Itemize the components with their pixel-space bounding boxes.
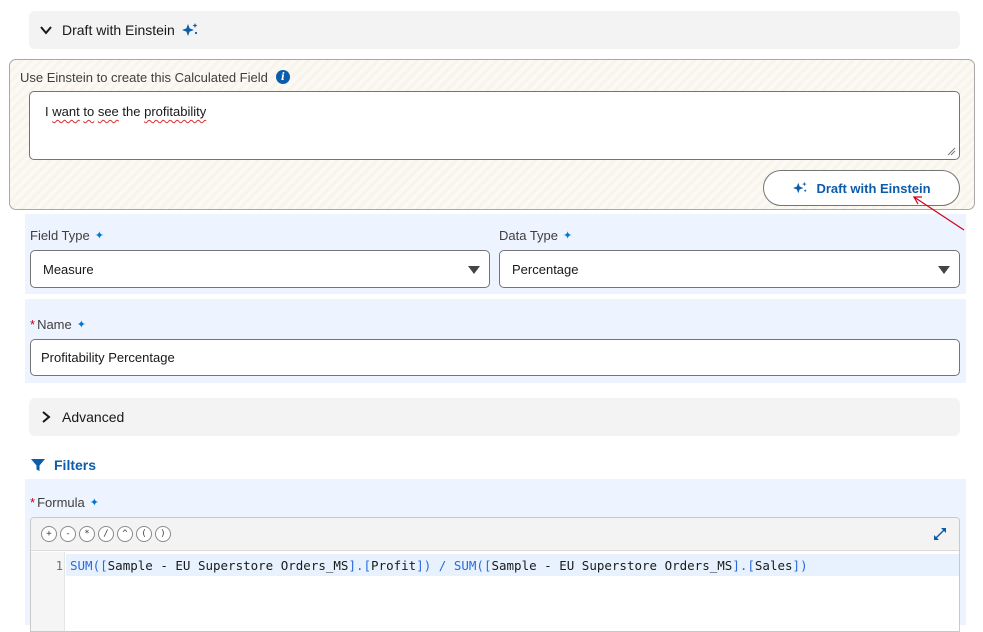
name-input[interactable]: Profitability Percentage <box>30 339 960 376</box>
einstein-sparkle-icon <box>793 181 807 194</box>
prompt-word: want <box>52 104 80 119</box>
operator-plus-button[interactable]: + <box>41 526 57 542</box>
field-type-select[interactable]: Measure <box>30 250 490 288</box>
operator-divide-button[interactable]: / <box>98 526 114 542</box>
required-asterisk: * <box>30 494 36 510</box>
operator-close-paren-button[interactable]: ) <box>155 526 171 542</box>
formula-editor[interactable]: + - * / ^ ( ) 1 SUM([Sample - EU Superst… <box>30 517 960 632</box>
code-token: [ <box>100 557 108 573</box>
line-number: 1 <box>55 559 63 573</box>
einstein-prompt-label-text: Use Einstein to create this Calculated F… <box>20 69 268 85</box>
einstein-prompt-textarea[interactable]: I want to see the profitability <box>29 91 960 160</box>
data-type-select[interactable]: Percentage <box>499 250 960 288</box>
code-token: SUM <box>453 557 477 573</box>
name-value: Profitability Percentage <box>41 350 175 365</box>
einstein-suggested-icon: ✦ <box>76 318 86 331</box>
code-token: Sales <box>754 557 793 573</box>
einstein-suggested-icon: ✦ <box>563 229 573 242</box>
code-token: [ <box>483 557 492 573</box>
code-token: ) <box>423 557 432 573</box>
chevron-right-icon <box>42 411 51 423</box>
formula-label-text: Formula <box>37 494 85 510</box>
resize-handle-icon[interactable] <box>947 147 956 156</box>
name-label-text: Name <box>37 316 72 332</box>
annotation-arrow-icon <box>912 196 965 231</box>
code-token: ] <box>792 557 801 573</box>
formula-label: * Formula ✦ <box>30 493 99 511</box>
prompt-word: the <box>122 104 141 119</box>
draft-with-einstein-header[interactable]: Draft with Einstein <box>29 11 960 49</box>
draft-header-label: Draft with Einstein <box>62 22 175 38</box>
operator-minus-button[interactable]: - <box>60 526 76 542</box>
code-token: ].[ <box>732 557 755 573</box>
formula-code-line[interactable]: SUM([Sample - EU Superstore Orders_MS].[… <box>66 554 959 576</box>
operator-multiply-button[interactable]: * <box>79 526 95 542</box>
einstein-prompt-label: Use Einstein to create this Calculated F… <box>20 68 290 86</box>
data-type-label: Data Type ✦ <box>499 226 572 244</box>
required-asterisk: * <box>30 316 36 332</box>
caret-down-icon <box>468 266 480 274</box>
code-token: ) <box>800 557 808 573</box>
code-token: SUM <box>70 557 93 573</box>
einstein-suggested-icon: ✦ <box>89 496 99 509</box>
chevron-down-icon <box>40 26 52 35</box>
data-type-value: Percentage <box>512 261 579 277</box>
field-type-value: Measure <box>43 261 94 277</box>
code-token: Profit <box>371 557 417 573</box>
code-token: ( <box>476 557 484 573</box>
operator-open-paren-button[interactable]: ( <box>136 526 152 542</box>
prompt-word: profitability <box>144 104 207 119</box>
code-token: / <box>431 557 454 573</box>
code-token: ( <box>92 557 101 573</box>
filter-icon <box>31 459 45 471</box>
prompt-word: see <box>97 104 119 119</box>
prompt-word: I <box>45 104 49 119</box>
data-type-label-text: Data Type <box>499 227 559 243</box>
filters-label: Filters <box>54 457 97 473</box>
advanced-header[interactable]: Advanced <box>29 398 960 436</box>
expand-icon[interactable] <box>933 527 947 541</box>
info-icon[interactable]: i <box>275 70 290 84</box>
prompt-word: to <box>83 104 95 119</box>
name-label: * Name ✦ <box>30 315 86 333</box>
field-type-label-text: Field Type <box>30 227 90 243</box>
operator-toolbar: + - * / ^ ( ) <box>31 518 959 551</box>
einstein-suggested-icon: ✦ <box>94 229 104 242</box>
einstein-sparkle-icon <box>181 23 198 36</box>
caret-down-icon <box>938 266 950 274</box>
field-type-label: Field Type ✦ <box>30 226 104 244</box>
advanced-label: Advanced <box>62 409 125 425</box>
code-token: ].[ <box>348 557 372 573</box>
code-token: Sample - EU Superstore Orders_MS <box>107 557 349 573</box>
code-token: Sample - EU Superstore Orders_MS <box>491 557 733 573</box>
operator-power-button[interactable]: ^ <box>117 526 133 542</box>
code-token: ] <box>416 557 424 573</box>
filters-link[interactable]: Filters <box>31 456 96 474</box>
